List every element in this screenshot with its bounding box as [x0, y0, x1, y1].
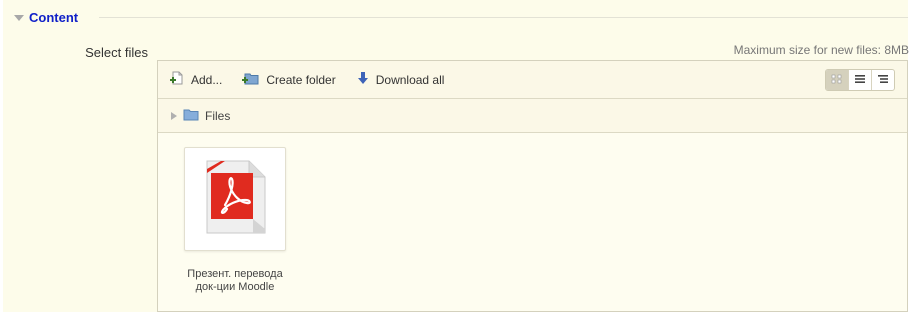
download-arrow-icon	[356, 70, 370, 89]
file-manager: Add... Create folder Download all Files …	[157, 60, 908, 312]
path-files-link[interactable]: Files	[205, 109, 230, 123]
grid-view-icon	[831, 73, 843, 87]
view-icons-button[interactable]	[826, 69, 848, 90]
add-button[interactable]: Add...	[169, 70, 222, 89]
view-switcher	[825, 68, 895, 91]
add-file-icon	[169, 70, 185, 89]
file-area: Презент. перевода док-ции Moodle	[158, 133, 907, 313]
section-title[interactable]: Content	[29, 10, 78, 25]
list-view-icon	[854, 73, 866, 87]
file-manager-toolbar: Add... Create folder Download all	[158, 61, 907, 99]
file-name-line2: док-ции Moodle	[195, 281, 275, 293]
file-name[interactable]: Презент. перевода док-ции Moodle	[173, 268, 297, 294]
tree-view-icon	[877, 73, 889, 87]
file-name-line1: Презент. перевода	[187, 268, 283, 280]
file-item[interactable]: Презент. перевода док-ции Moodle	[173, 147, 297, 294]
max-size-note: Maximum size for new files: 8MB	[733, 43, 909, 57]
section-legend[interactable]: Content	[14, 8, 78, 26]
folder-icon	[183, 108, 199, 124]
expand-triangle-icon[interactable]	[171, 111, 177, 120]
add-label: Add...	[191, 72, 223, 87]
pdf-icon	[203, 159, 267, 240]
view-list-button[interactable]	[848, 69, 871, 90]
create-folder-button[interactable]: Create folder	[242, 70, 336, 89]
download-all-label: Download all	[375, 72, 445, 87]
view-tree-button[interactable]	[871, 69, 894, 90]
select-files-label: Select files	[85, 45, 148, 60]
folder-path-bar: Files	[158, 99, 907, 133]
download-all-button[interactable]: Download all	[356, 70, 445, 89]
file-thumbnail[interactable]	[184, 147, 286, 251]
create-folder-icon	[242, 70, 260, 89]
create-folder-label: Create folder	[266, 72, 336, 87]
legend-divider	[99, 17, 908, 18]
collapse-arrow-icon[interactable]	[14, 15, 24, 21]
